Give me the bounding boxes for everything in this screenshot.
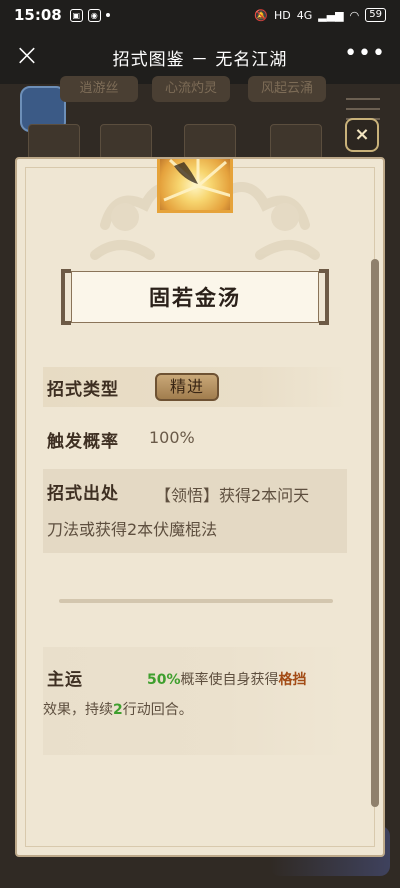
skill-source-line2: 刀法或获得2本伏魔棍法 [47,520,218,539]
skill-name: 固若金汤 [149,286,241,310]
skill-icon [157,159,233,213]
effect-row: 主运 50%概率使自身获得格挡 效果，持续2行动回合。 [43,647,347,755]
effect-keyword: 格挡 [278,672,307,688]
scrollbar-thumb[interactable] [371,259,379,807]
signal-icon: ▂▄▆ [318,8,344,22]
skill-name-plate: 固若金汤 [61,269,329,325]
wifi-icon: ◠ [349,8,360,22]
map-notification-icon: ◉ [87,8,101,22]
app-notification-icon: ▣ [69,8,83,22]
dialog-close-button[interactable]: × [345,118,379,152]
bg-card [184,124,236,160]
bg-card [28,124,80,160]
bg-card [100,124,152,160]
notification-icons: ▣ ◉ [69,8,110,22]
bg-card [270,124,322,160]
battery-icon: 59 [365,8,386,22]
effect-turns: 2 [113,702,123,718]
more-icon[interactable]: ••• [344,43,386,65]
network-label: 4G [296,8,313,22]
trigger-rate-row: 触发概率 100% [43,423,347,457]
bg-tab-1: 逍游丝 [60,76,138,102]
close-icon[interactable]: × [12,41,42,72]
scrollbar[interactable] [371,259,379,807]
effect-text-b: 效果，持续 [43,702,113,718]
effect-chance: 50% [147,672,181,688]
dot-icon [105,13,110,17]
page-title: 招式图鉴 － 无名江湖 [112,49,288,70]
status-time: 15:08 [14,6,62,24]
skill-type-badge: 精进 [155,373,219,401]
skill-type-label: 招式类型 [47,380,119,400]
effect-text-c: 行动回合。 [122,702,193,718]
skill-source-row: 招式出处 【领悟】获得2本问天 刀法或获得2本伏魔棍法 [43,469,347,553]
effect-line1: 50%概率使自身获得格挡 [147,669,307,689]
mute-icon: 🔕 [254,8,268,22]
bg-tab-2: 心流灼灵 [152,76,230,102]
status-bar: 15:08 ▣ ◉ 🔕 HD 4G ▂▄▆ ◠ 59 [0,0,400,30]
skill-detail-dialog: 固若金汤 招式类型 精进 触发概率 100% 招式出处 【领悟】获得2本问天 刀… [15,157,385,857]
close-icon: × [354,124,370,145]
skill-source-text: 【领悟】获得2本问天 刀法或获得2本伏魔棍法 [43,479,347,547]
effect-label: 主运 [47,670,83,690]
skill-type-row: 招式类型 精进 [43,367,347,407]
effect-text-a: 概率使自身获得 [180,672,279,688]
bracket-left [61,269,71,325]
skill-source-line1: 【领悟】获得2本问天 [155,486,310,505]
hd-icon: HD [273,8,291,22]
divider [59,599,333,603]
trigger-rate-value: 100% [149,428,195,447]
bracket-right [319,269,329,325]
bg-tab-3: 风起云涌 [248,76,326,102]
skill-name-box: 固若金汤 [71,271,319,323]
system-status-icons: 🔕 HD 4G ▂▄▆ ◠ 59 [254,8,386,22]
trigger-rate-label: 触发概率 [47,432,119,452]
effect-line2: 效果，持续2行动回合。 [43,699,193,719]
